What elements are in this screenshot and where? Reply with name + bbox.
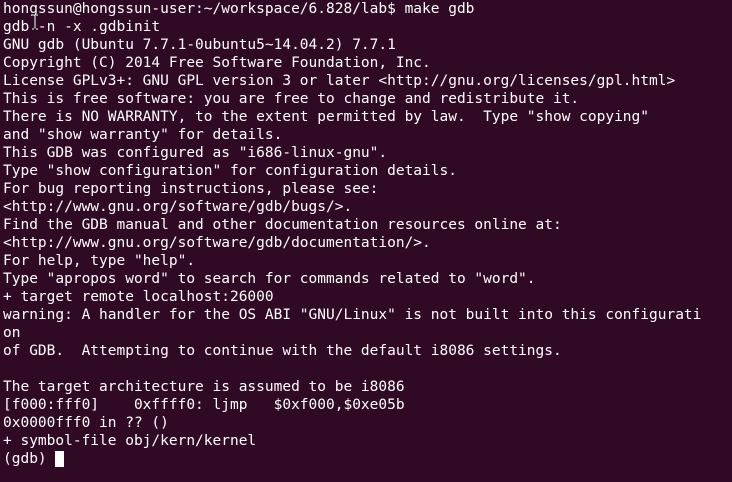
terminal-line: + target remote localhost:26000 bbox=[3, 289, 274, 305]
terminal-line: + symbol-file obj/kern/kernel bbox=[3, 433, 257, 449]
terminal-line: For help, type "help". bbox=[3, 253, 196, 269]
terminal-line: <http://www.gnu.org/software/gdb/documen… bbox=[3, 235, 431, 251]
terminal-line: of GDB. Attempting to continue with the … bbox=[3, 343, 562, 359]
terminal-line: GNU gdb (Ubuntu 7.7.1-0ubuntu5~14.04.2) … bbox=[3, 37, 396, 53]
terminal-line: This is free software: you are free to c… bbox=[3, 91, 580, 107]
gdb-prompt-line[interactable]: (gdb) bbox=[3, 450, 732, 468]
terminal-line: Type "apropos word" to search for comman… bbox=[3, 271, 536, 287]
terminal-line: Find the GDB manual and other documentat… bbox=[3, 217, 562, 233]
terminal-line: <http://www.gnu.org/software/gdb/bugs/>. bbox=[3, 199, 353, 215]
terminal-line: gdb -n -x .gdbinit bbox=[3, 19, 161, 35]
terminal-line: License GPLv3+: GNU GPL version 3 or lat… bbox=[3, 73, 676, 89]
gdb-prompt: (gdb) bbox=[3, 451, 56, 467]
terminal-line: This GDB was configured as "i686-linux-g… bbox=[3, 145, 388, 161]
i-beam-cursor-icon bbox=[32, 14, 38, 30]
terminal-line: There is NO WARRANTY, to the extent perm… bbox=[3, 109, 650, 125]
terminal-line: Type "show configuration" for configurat… bbox=[3, 163, 457, 179]
text-cursor bbox=[55, 451, 65, 467]
terminal-line: The target architecture is assumed to be… bbox=[3, 379, 405, 395]
terminal-line: on bbox=[3, 325, 21, 341]
terminal-line: hongssun@hongssun-user:~/workspace/6.828… bbox=[3, 1, 475, 17]
terminal-line: warning: A handler for the OS ABI "GNU/L… bbox=[3, 307, 702, 323]
terminal-line: Copyright (C) 2014 Free Software Foundat… bbox=[3, 55, 431, 71]
terminal-line: For bug reporting instructions, please s… bbox=[3, 181, 379, 197]
terminal-window[interactable]: hongssun@hongssun-user:~/workspace/6.828… bbox=[0, 0, 732, 482]
terminal-line: [f000:fff0] 0xffff0: ljmp $0xf000,$0xe05… bbox=[3, 397, 405, 413]
terminal-line: and "show warranty" for details. bbox=[3, 127, 283, 143]
terminal-line: 0x0000fff0 in ?? () bbox=[3, 415, 169, 431]
